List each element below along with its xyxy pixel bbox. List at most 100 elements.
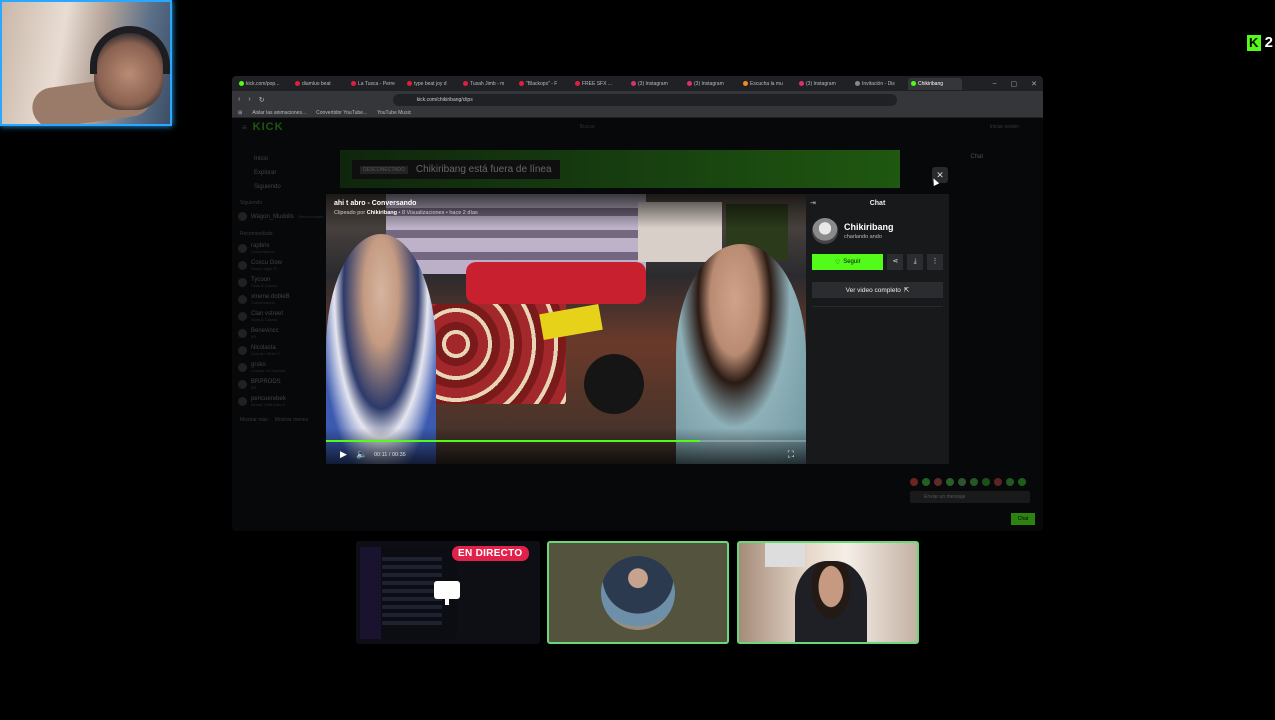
more-button[interactable]: ⋮: [927, 254, 943, 270]
kick-logo-icon: K: [1246, 34, 1261, 51]
emote-icon[interactable]: [922, 478, 930, 486]
minimize-button[interactable]: –: [993, 80, 997, 88]
tab-favicon-icon: [911, 81, 916, 86]
tab-favicon-icon: [463, 81, 468, 86]
maximize-button[interactable]: ▢: [1011, 80, 1018, 88]
browser-tab[interactable]: Tusah Jimb - m: [460, 78, 514, 90]
browser-tab[interactable]: (3) Instagram: [796, 78, 850, 90]
clip-title: ahi t abro - Conversando: [334, 200, 417, 207]
forward-icon[interactable]: ›: [248, 96, 250, 103]
tab-label: "Blackops" - F: [526, 80, 558, 87]
guest-avatar: [601, 556, 675, 630]
clip-pillow: [466, 262, 646, 304]
tab-label: type beat joy d: [414, 80, 447, 87]
kick-viewer-badge: K 2: [1246, 34, 1273, 51]
collapse-icon[interactable]: ⇥: [810, 199, 816, 207]
fullscreen-icon[interactable]: ⛶: [788, 449, 794, 460]
browser-tab[interactable]: type beat joy d: [404, 78, 458, 90]
tab-label: kick.com/pop...: [246, 80, 280, 87]
emote-icon[interactable]: [910, 478, 918, 486]
browser-tab[interactable]: (3) Instagram: [628, 78, 682, 90]
download-button[interactable]: ⤓: [907, 254, 924, 270]
streamer-person: [795, 561, 867, 642]
tab-label: Tusah Jimb - m: [470, 80, 505, 87]
browser-tab[interactable]: Escucha la mu: [740, 78, 794, 90]
play-icon[interactable]: ▶: [340, 449, 347, 460]
bookmark-item[interactable]: Convertidor YouTube...: [316, 110, 367, 116]
streamer-camera-thumbnail: [737, 541, 919, 644]
tab-label: Invitación - Dis: [862, 80, 895, 87]
full-video-label: Ver video completo: [845, 286, 901, 294]
streamer-webcam: [0, 0, 172, 126]
apps-icon[interactable]: ⊞: [238, 110, 242, 116]
time-display: 00:11 / 00:35: [374, 452, 406, 458]
chat-input[interactable]: Enviar un mensaje: [910, 491, 1030, 503]
browser-tab[interactable]: Invitación - Dis: [852, 78, 906, 90]
clip-player[interactable]: ahi t abro - Conversando Clipeado por Ch…: [326, 194, 806, 464]
browser-tab[interactable]: La Tusca - Perre: [348, 78, 402, 90]
emote-icon[interactable]: [934, 478, 942, 486]
clip-bottom-gradient: [326, 428, 806, 464]
clip-microphone: [584, 354, 644, 414]
browser-tab[interactable]: FREE SFX ...: [572, 78, 626, 90]
share-button[interactable]: ⋖: [887, 254, 904, 270]
live-badge: EN DIRECTO: [452, 546, 529, 561]
tab-favicon-icon: [239, 81, 244, 86]
tab-favicon-icon: [407, 81, 412, 86]
tab-favicon-icon: [687, 81, 692, 86]
emote-icon[interactable]: [958, 478, 966, 486]
bookmarks-bar: ⊞ Aislar las animaciones... Convertidor …: [232, 108, 1043, 118]
tab-label: Escucha la mu: [750, 80, 783, 87]
browser-tab[interactable]: "Blackops" - F: [516, 78, 570, 90]
tab-favicon-icon: [575, 81, 580, 86]
tab-label: (3) Instagram: [694, 80, 724, 87]
browser-tab[interactable]: (3) Instagram: [684, 78, 738, 90]
channel-profile[interactable]: Chikiribang charlando ando: [806, 212, 949, 250]
tab-favicon-icon: [519, 81, 524, 86]
browser-tab[interactable]: diamluo beat: [292, 78, 346, 90]
clip-stats: • 8 Visualizaciones • hace 2 días: [398, 210, 478, 216]
window-controls: – ▢ ✕: [993, 80, 1043, 88]
emote-icon[interactable]: [994, 478, 1002, 486]
channel-name[interactable]: Chikiribang: [844, 222, 894, 232]
action-row: ♡ Seguir ⋖ ⤓ ⋮: [806, 250, 949, 274]
back-icon[interactable]: ‹: [238, 96, 240, 103]
reload-icon[interactable]: ↻: [259, 96, 265, 104]
bookmark-item[interactable]: Aislar las animaciones...: [252, 110, 306, 116]
volume-icon[interactable]: 🔈: [356, 449, 367, 460]
tab-favicon-icon: [743, 81, 748, 86]
webcam-headset: [90, 26, 170, 74]
divider: [812, 306, 943, 307]
monitor-icon: [434, 581, 460, 605]
heart-icon: ♡: [834, 259, 841, 266]
viewer-count: 2: [1264, 34, 1273, 51]
tab-label: (3) Instagram: [806, 80, 836, 87]
progress-bar[interactable]: [326, 440, 806, 442]
clip-meta: Clipeado por Chikiribang • 8 Visualizaci…: [334, 210, 478, 216]
bookmark-item[interactable]: YouTube Music: [377, 110, 411, 116]
tab-label: FREE SFX ...: [582, 80, 613, 87]
tab-bar: kick.com/pop... diamluo beat La Tusca - Pe…: [232, 76, 1043, 91]
emote-bar: [910, 478, 1026, 486]
emote-icon[interactable]: [982, 478, 990, 486]
chat-send-button[interactable]: Chat: [1011, 513, 1035, 525]
address-row: ‹ › ↻ kick.com/chikiribang/clips: [232, 91, 1043, 108]
emote-icon[interactable]: [946, 478, 954, 486]
emote-icon[interactable]: [970, 478, 978, 486]
avatar[interactable]: [812, 218, 838, 244]
close-window-button[interactable]: ✕: [1031, 80, 1037, 88]
external-link-icon: ⇱: [903, 287, 910, 294]
screen-share-thumbnail: EN DIRECTO: [356, 541, 540, 644]
follow-label: Seguir: [843, 259, 861, 265]
follow-button[interactable]: ♡ Seguir: [812, 254, 884, 270]
tab-favicon-icon: [799, 81, 804, 86]
clipped-by-link[interactable]: Chikiribang: [367, 210, 397, 216]
address-bar[interactable]: kick.com/chikiribang/clips: [392, 93, 897, 106]
tab-favicon-icon: [295, 81, 300, 86]
browser-tab[interactable]: kick.com/pop...: [236, 78, 290, 90]
emote-icon[interactable]: [1018, 478, 1026, 486]
emote-icon[interactable]: [1006, 478, 1014, 486]
browser-tab[interactable]: Chikiribang: [908, 77, 962, 90]
clip-side-panel: ⇥ Chat Chikiribang charlando ando ♡ Segu…: [806, 194, 949, 464]
full-video-button[interactable]: Ver video completo ⇱: [812, 282, 943, 298]
